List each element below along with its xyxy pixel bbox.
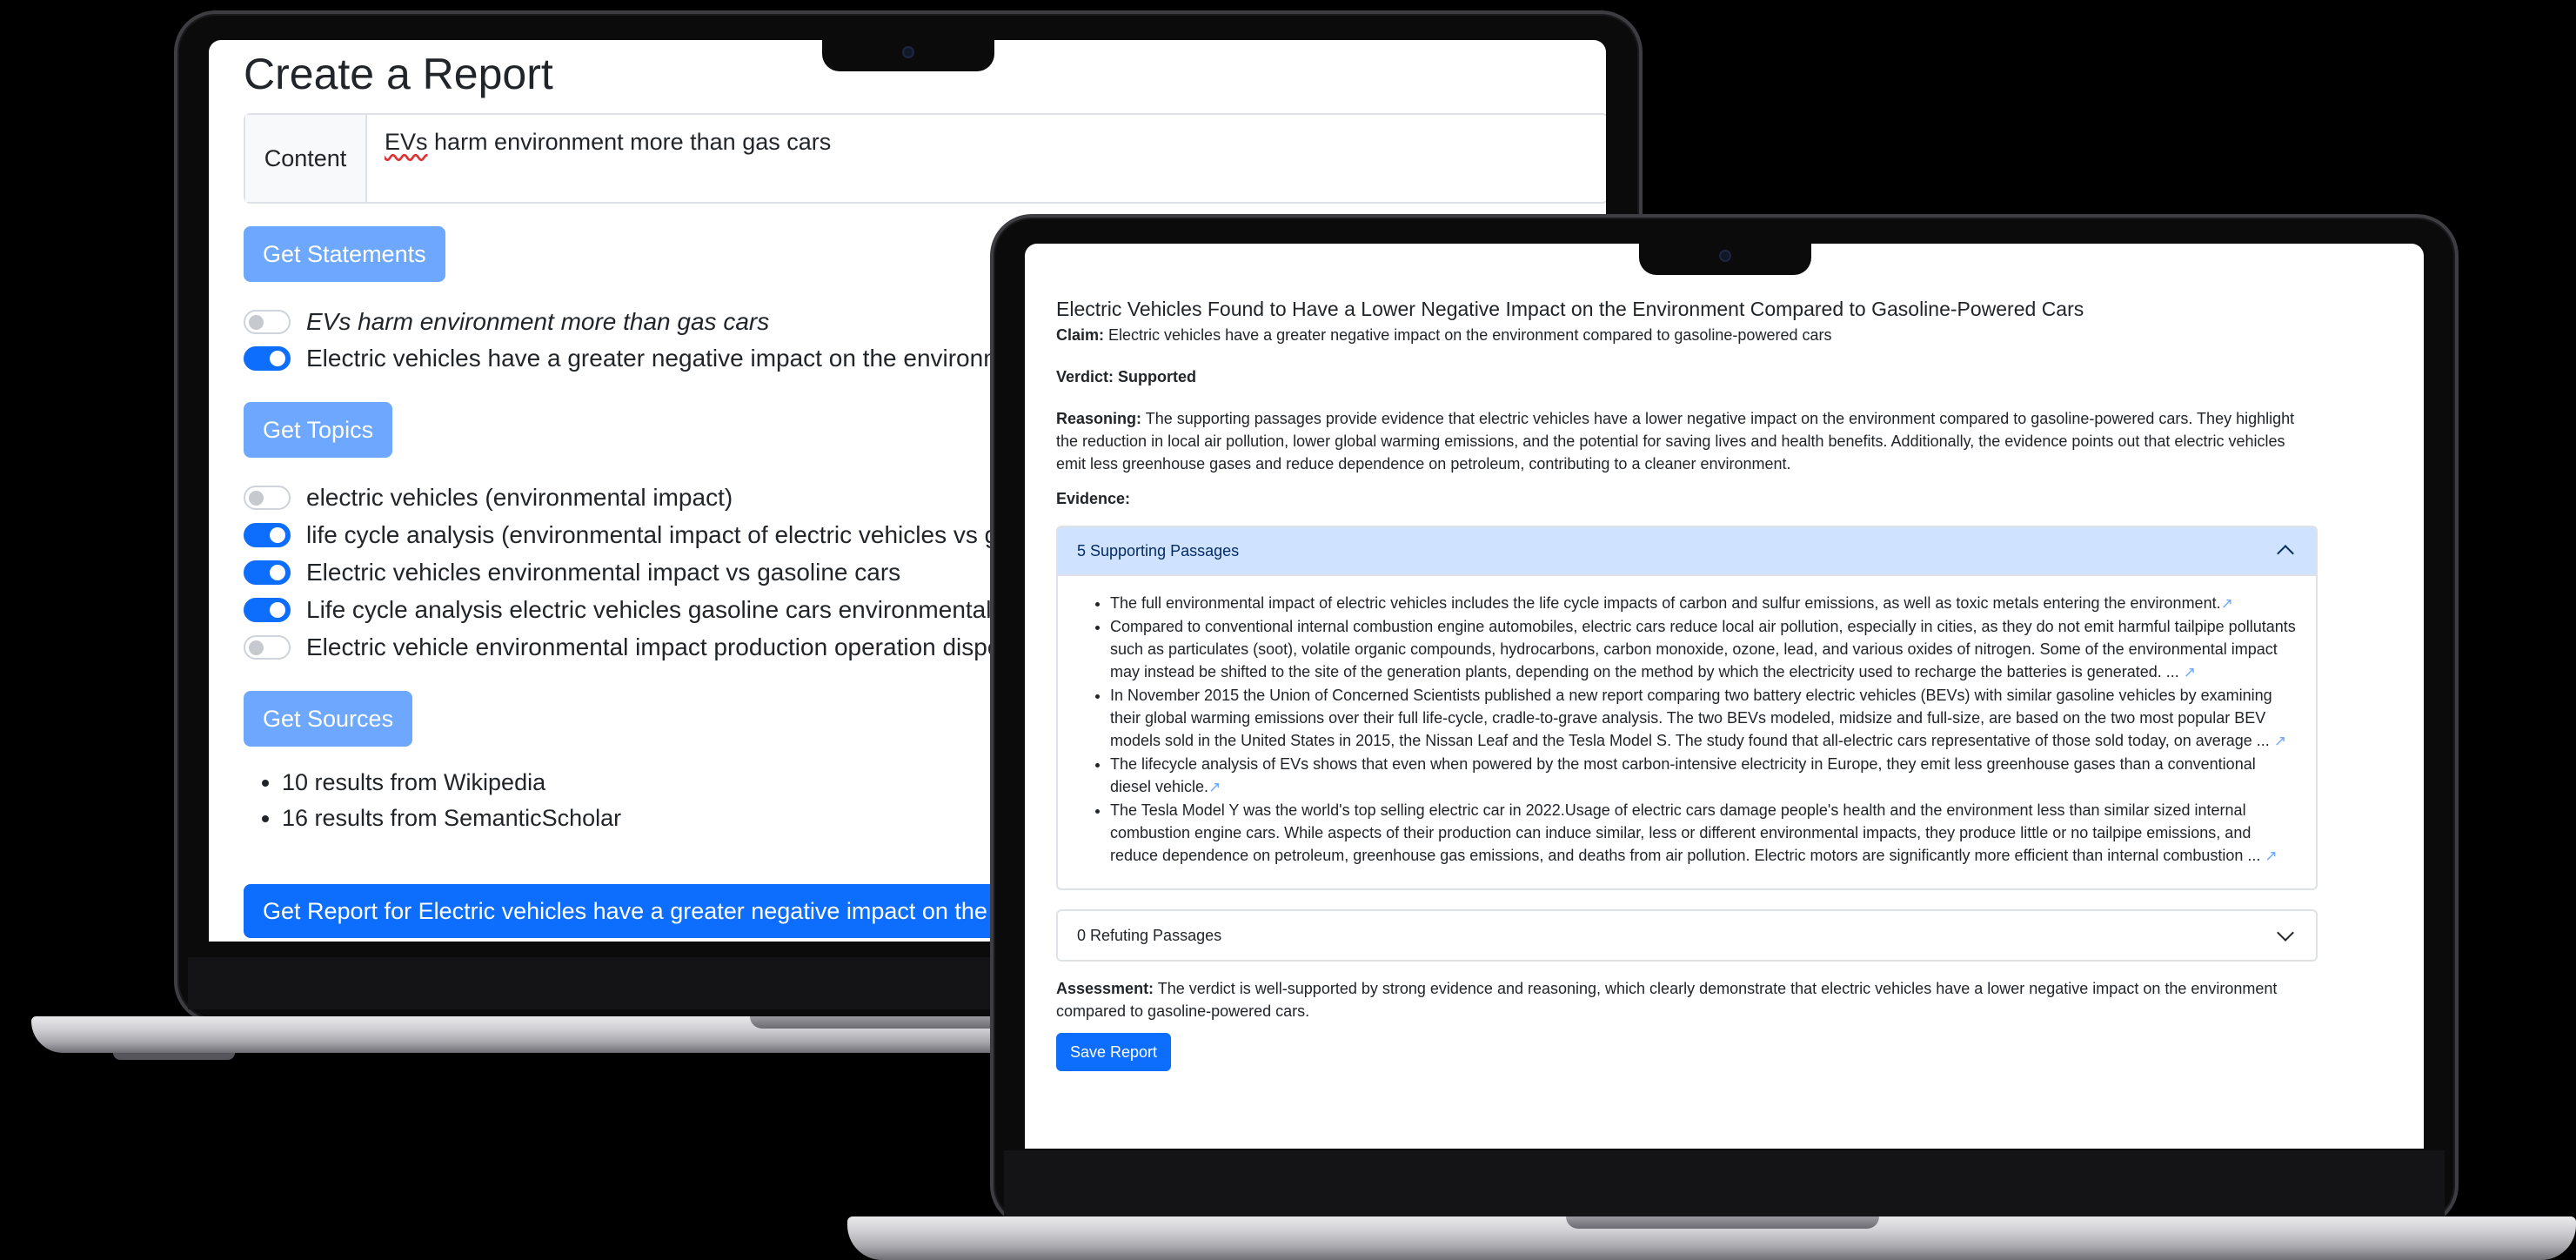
passage-item: In November 2015 the Union of Concerned … [1110,684,2297,753]
reasoning-text: The supporting passages provide evidence… [1056,410,2295,473]
passage-item: Compared to conventional internal combus… [1110,615,2297,684]
source-item: 10 results from Wikipedia [282,769,621,796]
supporting-passages: The full environmental impact of electri… [1058,576,2316,888]
report-title: Electric Vehicles Found to Have a Lower … [1056,298,2084,320]
statement-label: EVs harm environment more than gas cars [306,308,770,335]
get-statements-button[interactable]: Get Statements [244,226,445,282]
statement-item[interactable]: EVs harm environment more than gas cars [244,308,769,336]
passage-text: Compared to conventional internal combus… [1110,618,2296,680]
passage-text: The lifecycle analysis of EVs shows that… [1110,755,2256,795]
verdict-line: Verdict: Supported [1056,365,2318,388]
statement-toggle-0[interactable] [244,310,291,334]
passage-item: The full environmental impact of electri… [1110,592,2297,615]
passage-text: In November 2015 the Union of Concerned … [1110,687,2272,749]
front-camera-notch [1639,237,1811,275]
passage-item: The Tesla Model Y was the world's top se… [1110,799,2297,868]
page-title: Create a Report [244,50,553,98]
assessment-label: Assessment: [1056,980,1154,997]
back-camera-notch [822,33,994,71]
supporting-accordion: 5 Supporting Passages The full environme… [1056,526,2318,890]
camera-icon [902,46,914,58]
camera-icon [1719,250,1731,262]
external-link-icon[interactable]: ↗ [2184,664,2196,680]
content-value-text: harm environment more than gas cars [427,129,832,155]
content-label: Content [245,115,367,202]
content-input[interactable]: EVs harm environment more than gas cars [367,115,848,202]
external-link-icon[interactable]: ↗ [2265,848,2277,864]
reasoning-label: Reasoning: [1056,410,1142,427]
passage-text: The full environmental impact of electri… [1110,594,2221,612]
topic-item[interactable]: Electric vehicle environmental impact pr… [244,633,1013,661]
refuting-accordion: 0 Refuting Passages [1056,909,2318,962]
external-link-icon[interactable]: ↗ [2274,733,2286,749]
sources-list: 10 results from Wikipedia 16 results fro… [263,769,621,841]
get-topics-button[interactable]: Get Topics [244,402,393,458]
content-field[interactable]: Content EVs harm environment more than g… [244,113,1606,204]
topic-label: Electric vehicle environmental impact pr… [306,633,1014,660]
supporting-header-label: 5 Supporting Passages [1077,542,1240,560]
statement-toggle-1[interactable] [244,346,291,371]
refuting-header-label: 0 Refuting Passages [1077,927,1222,944]
refuting-accordion-header[interactable]: 0 Refuting Passages [1058,911,2316,960]
back-laptop-foot [113,1053,235,1060]
topic-toggle-2[interactable] [244,560,291,585]
statement-label: Electric vehicles have a greater negativ… [306,345,1018,372]
passage-item: The lifecycle analysis of EVs shows that… [1110,753,2297,799]
topic-item[interactable]: electric vehicles (environmental impact) [244,484,733,512]
topic-toggle-1[interactable] [244,523,291,547]
get-sources-button[interactable]: Get Sources [244,691,413,747]
topic-toggle-3[interactable] [244,598,291,622]
report-panel: Electric Vehicles Found to Have a Lower … [1056,296,2318,1071]
claim-text: Electric vehicles have a greater negativ… [1108,326,1832,344]
external-link-icon[interactable]: ↗ [2221,595,2233,612]
content-spellcheck-word: EVs [385,129,428,155]
topic-item[interactable]: life cycle analysis (environmental impac… [244,521,1012,549]
topic-item[interactable]: Electric vehicles environmental impact v… [244,559,900,586]
topic-label: Life cycle analysis electric vehicles ga… [306,596,1024,623]
reasoning-line: Reasoning: The supporting passages provi… [1056,407,2318,475]
topic-label: Electric vehicles environmental impact v… [306,559,901,586]
save-report-button[interactable]: Save Report [1056,1033,1172,1071]
supporting-accordion-header[interactable]: 5 Supporting Passages [1058,527,2316,576]
topic-label: electric vehicles (environmental impact) [306,484,733,511]
chevron-up-icon [2277,545,2294,562]
topic-toggle-4[interactable] [244,635,291,660]
chevron-down-icon [2277,924,2294,942]
source-item: 16 results from SemanticScholar [282,805,621,832]
topic-item[interactable]: Life cycle analysis electric vehicles ga… [244,596,1024,624]
claim-line: Claim: Electric vehicles have a greater … [1056,324,2318,346]
evidence-line: Evidence: [1056,487,2318,510]
external-link-icon[interactable]: ↗ [1208,779,1221,795]
topic-label: life cycle analysis (environmental impac… [306,521,1012,548]
verdict-text: Verdict: Supported [1056,368,1197,385]
assessment-text: The verdict is well-supported by strong … [1056,980,2278,1020]
front-laptop-hinge [1566,1216,1879,1229]
assessment-line: Assessment: The verdict is well-supporte… [1056,977,2318,1022]
claim-label: Claim: [1056,326,1105,344]
topic-toggle-0[interactable] [244,486,291,510]
statement-item[interactable]: Electric vehicles have a greater negativ… [244,345,1017,372]
evidence-label: Evidence: [1056,490,1131,507]
passage-text: The Tesla Model Y was the world's top se… [1110,801,2261,864]
front-screen: Electric Vehicles Found to Have a Lower … [1025,244,2424,1149]
